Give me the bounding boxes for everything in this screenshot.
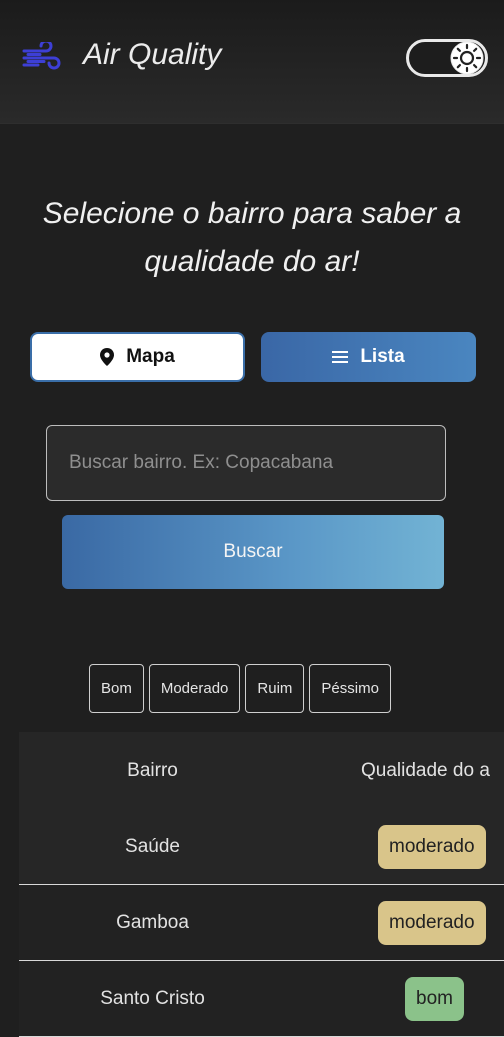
wind-icon (22, 42, 61, 70)
filter-pessimo-button[interactable]: Péssimo (309, 664, 391, 713)
search-input[interactable] (46, 425, 446, 501)
table-row[interactable]: Saúde moderado (19, 809, 504, 885)
filter-bom-button[interactable]: Bom (89, 664, 144, 713)
quality-cell: moderado (286, 809, 504, 884)
sun-icon (450, 41, 484, 75)
quality-filter-group: Bom Moderado Ruim Péssimo (89, 664, 391, 713)
column-header-qualidade: Qualidade do a (361, 759, 490, 781)
mapa-label: Mapa (126, 346, 175, 367)
search-button[interactable]: Buscar (62, 515, 444, 589)
table-row[interactable]: Santo Cristo bom (19, 961, 504, 1037)
table-header: Bairro Qualidade do a (19, 732, 504, 809)
theme-toggle[interactable] (406, 39, 488, 77)
bairro-cell: Gamboa (116, 911, 189, 933)
location-pin-icon (100, 348, 115, 366)
quality-cell: moderado (286, 885, 504, 960)
bairro-cell: Saúde (125, 835, 180, 857)
lista-view-button[interactable]: Lista (261, 332, 476, 382)
lista-label: Lista (360, 346, 405, 367)
main-content: Selecione o bairro para saber a qualidad… (0, 125, 504, 1037)
filter-ruim-button[interactable]: Ruim (245, 664, 305, 713)
status-badge: moderado (378, 900, 486, 945)
table-row[interactable]: Gamboa moderado (19, 885, 504, 961)
list-icon (332, 351, 349, 363)
bairro-cell: Santo Cristo (100, 987, 205, 1009)
top-app-bar: Air Quality (0, 0, 504, 124)
status-badge: bom (405, 976, 464, 1021)
status-badge: moderado (378, 824, 486, 869)
mapa-view-button[interactable]: Mapa (30, 332, 245, 382)
column-header-bairro: Bairro (127, 759, 178, 781)
air-quality-table: Bairro Qualidade do a Saúde moderado Gam… (19, 732, 504, 1037)
app-title: Air Quality (83, 38, 222, 71)
quality-cell: bom (286, 961, 504, 1036)
filter-moderado-button[interactable]: Moderado (148, 664, 241, 713)
page-headline: Selecione o bairro para saber a qualidad… (42, 197, 462, 278)
